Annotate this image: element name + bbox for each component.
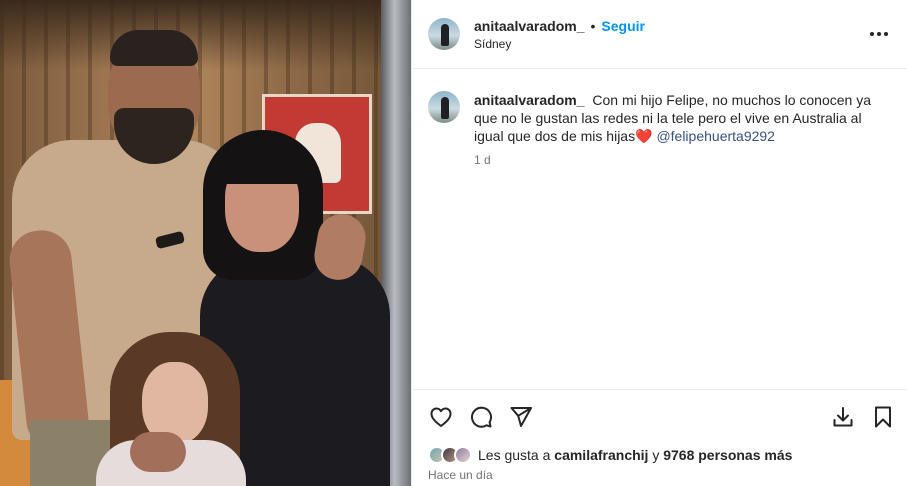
author-username[interactable]: anitaalvaradom_ — [474, 17, 585, 35]
separator-dot: • — [590, 18, 596, 34]
likes-prefix: Les gusta a — [478, 447, 551, 463]
comment-icon[interactable] — [468, 404, 494, 430]
instagram-post: anitaalvaradom_ • Seguir Sídney anitaalv… — [0, 0, 907, 486]
post-side-panel: anitaalvaradom_ • Seguir Sídney anitaalv… — [411, 0, 907, 486]
follow-button[interactable]: Seguir — [601, 17, 645, 35]
post-photo[interactable] — [0, 0, 411, 486]
post-header: anitaalvaradom_ • Seguir Sídney — [412, 0, 907, 69]
likes-connector: y — [652, 447, 660, 463]
send-icon[interactable] — [508, 404, 534, 430]
download-icon[interactable] — [830, 404, 856, 430]
likes-user-link[interactable]: camilafranchij — [554, 447, 648, 463]
heart-icon[interactable] — [428, 404, 454, 430]
heart-emoji: ❤️ — [635, 128, 653, 144]
post-timestamp[interactable]: Hace un día — [428, 468, 493, 482]
bookmark-icon[interactable] — [870, 404, 896, 430]
likes-summary: Les gusta a camilafranchij y 9768 person… — [428, 443, 792, 467]
caption-area: anitaalvaradom_ Con mi hijo Felipe, no m… — [412, 69, 907, 167]
caption: anitaalvaradom_ Con mi hijo Felipe, no m… — [474, 91, 891, 145]
caption-username[interactable]: anitaalvaradom_ — [474, 92, 585, 108]
likes-count-link[interactable]: 9768 personas más — [663, 447, 792, 463]
more-options-icon[interactable] — [867, 22, 891, 46]
liker-avatars[interactable] — [428, 446, 472, 464]
action-bar — [412, 389, 907, 443]
post-location[interactable]: Sídney — [474, 37, 867, 51]
liker-avatar — [454, 446, 472, 464]
caption-mention-link[interactable]: @felipehuerta9292 — [656, 128, 775, 144]
author-avatar[interactable] — [428, 18, 460, 50]
caption-avatar[interactable] — [428, 91, 460, 123]
caption-age: 1 d — [474, 153, 491, 167]
